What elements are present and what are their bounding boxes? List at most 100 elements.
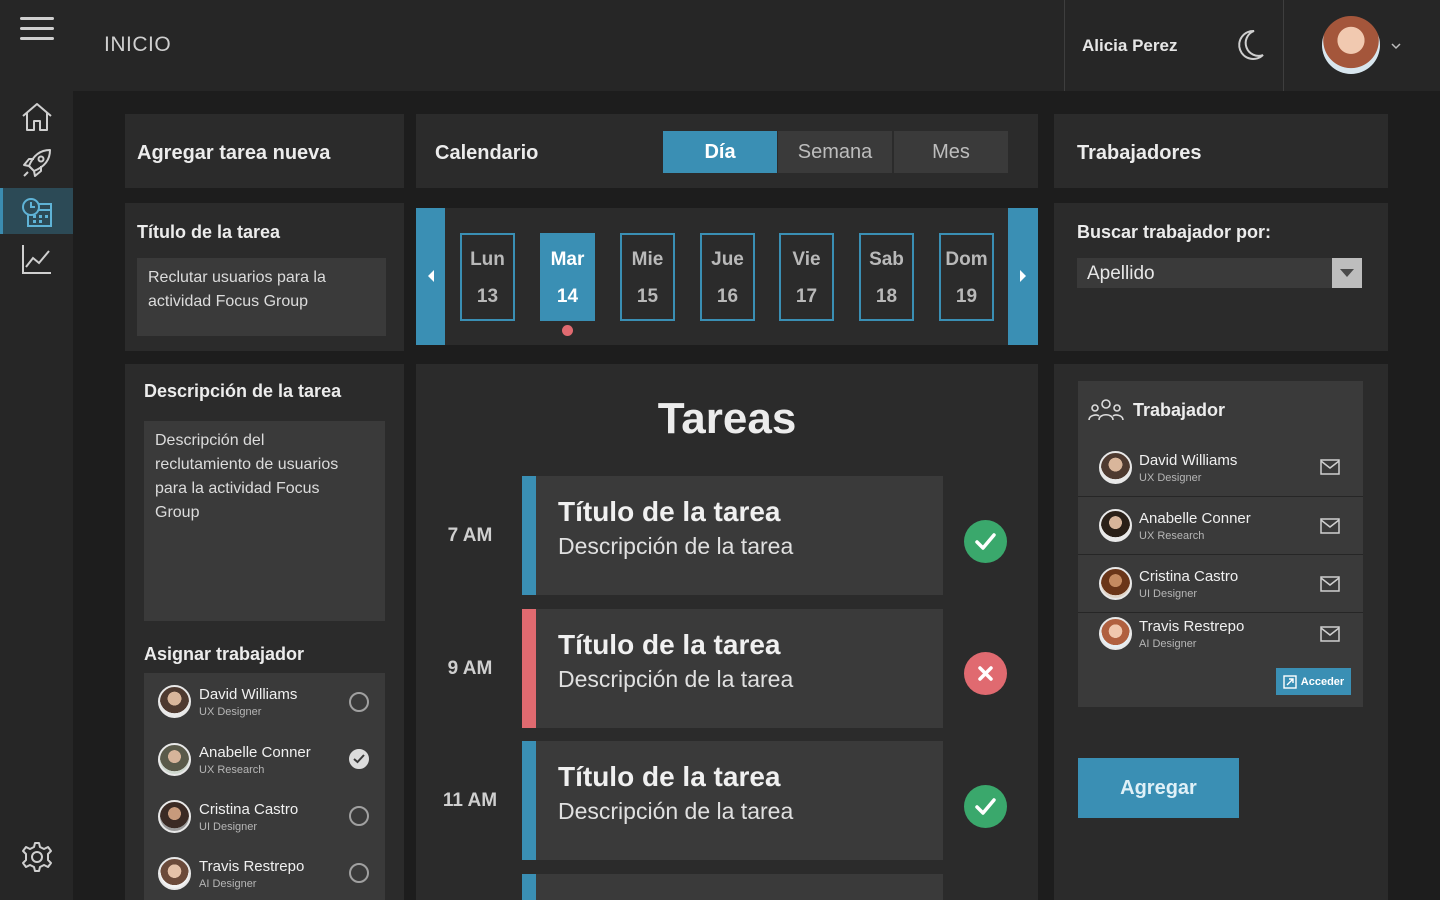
- worker-name: Cristina Castro: [199, 801, 299, 818]
- radio-button[interactable]: [349, 692, 369, 712]
- worker-role: AI Designer: [1139, 638, 1197, 650]
- tasks-title: Tareas: [657, 394, 797, 443]
- access-button-label: Acceder: [1300, 675, 1345, 688]
- task-status-bar: [522, 476, 536, 595]
- workers-title: Trabajadores: [1077, 142, 1202, 164]
- task-description-input[interactable]: Descripción del reclutamiento de usuario…: [144, 421, 385, 621]
- worker-name: Cristina Castro: [1139, 568, 1239, 585]
- task-time: 7 AM: [447, 525, 493, 546]
- task-card-title: Título de la tarea: [558, 629, 781, 660]
- assign-row-anabelle-conner[interactable]: Anabelle Conner UX Research: [144, 730, 385, 787]
- mail-icon[interactable]: [1320, 626, 1340, 642]
- radio-button[interactable]: [349, 863, 369, 883]
- add-button[interactable]: Agregar: [1078, 758, 1239, 818]
- next-week-button[interactable]: [1008, 208, 1038, 345]
- top-bar: INICIO Alicia Perez: [0, 0, 1440, 91]
- day-name: Dom: [945, 249, 988, 270]
- gear-icon: [22, 842, 52, 872]
- day-saturday[interactable]: Sab 18: [859, 233, 914, 321]
- sidebar-item-schedule[interactable]: [0, 188, 73, 234]
- worker-name: Travis Restrepo: [199, 858, 305, 875]
- day-friday[interactable]: Vie 17: [779, 233, 834, 321]
- settings-button[interactable]: [0, 832, 73, 878]
- mail-icon[interactable]: [1320, 459, 1340, 475]
- task-time: 11 AM: [442, 790, 498, 811]
- users-group-icon: [1088, 399, 1124, 421]
- chevron-right-icon: [1020, 270, 1026, 282]
- tab-day[interactable]: Día: [663, 131, 777, 173]
- home-icon: [22, 103, 52, 131]
- day-sunday[interactable]: Dom 19: [939, 233, 994, 321]
- day-number: 19: [955, 286, 978, 307]
- assign-worker-list: David Williams UX Designer Anabelle Conn…: [144, 673, 385, 900]
- avatar: [158, 685, 191, 718]
- day-name: Lun: [470, 249, 505, 270]
- prev-week-button[interactable]: [416, 208, 445, 345]
- day-monday[interactable]: Lun 13: [460, 233, 515, 321]
- user-name: Alicia Perez: [1082, 36, 1178, 55]
- sidebar-item-analytics[interactable]: [0, 234, 73, 280]
- sidebar-item-projects[interactable]: [0, 138, 73, 184]
- task-status-bar: [522, 609, 536, 728]
- worker-role: UX Research: [1139, 530, 1205, 542]
- sidebar-item-home[interactable]: [0, 92, 73, 138]
- task-card-description: Descripción de la tarea: [558, 798, 794, 824]
- worker-row-cristina-castro[interactable]: Cristina Castro UI Designer: [1078, 555, 1363, 613]
- assign-row-cristina-castro[interactable]: Cristina Castro UI Designer: [144, 787, 385, 844]
- tab-week[interactable]: Semana: [778, 131, 892, 173]
- external-link-icon: [1283, 674, 1297, 689]
- day-wednesday[interactable]: Mie 15: [620, 233, 675, 321]
- worker-role: UX Research: [199, 764, 265, 776]
- avatar: [158, 743, 191, 776]
- search-by-value: Apellido: [1087, 263, 1155, 284]
- task-done-button[interactable]: [964, 520, 1007, 563]
- mail-icon[interactable]: [1320, 518, 1340, 534]
- worker-list-title: Trabajador: [1133, 400, 1226, 420]
- day-name: Vie: [792, 249, 821, 270]
- radio-button[interactable]: [349, 806, 369, 826]
- task-card[interactable]: Título de la tarea Descripción de la tar…: [522, 609, 943, 728]
- worker-row-travis-restrepo[interactable]: Travis Restrepo AI Designer: [1078, 613, 1363, 663]
- user-avatar[interactable]: [1322, 16, 1380, 74]
- search-by-select[interactable]: Apellido: [1077, 258, 1362, 288]
- check-icon: [975, 533, 996, 550]
- worker-row-david-williams[interactable]: David Williams UX Designer: [1078, 439, 1363, 497]
- workers-header: Trabajadores: [1054, 114, 1388, 188]
- radio-button-checked[interactable]: [349, 749, 369, 769]
- task-rejected-button[interactable]: [964, 652, 1007, 695]
- day-number: 16: [716, 286, 739, 307]
- page-title: INICIO: [104, 33, 172, 56]
- day-name: Mar: [550, 249, 585, 270]
- today-indicator: [562, 325, 573, 336]
- worker-name: David Williams: [1139, 452, 1238, 469]
- day-tuesday[interactable]: Mar 14: [540, 233, 595, 321]
- task-card-partial[interactable]: [522, 874, 943, 900]
- task-description-label: Descripción de la tarea: [144, 381, 342, 401]
- avatar: [1099, 567, 1132, 600]
- assign-row-david-williams[interactable]: David Williams UX Designer: [144, 673, 385, 730]
- task-card[interactable]: Título de la tarea Descripción de la tar…: [522, 476, 943, 595]
- dropdown-caret-icon[interactable]: [1332, 258, 1362, 288]
- task-done-button[interactable]: [964, 785, 1007, 828]
- tab-month[interactable]: Mes: [894, 131, 1008, 173]
- divider: [1064, 0, 1065, 91]
- day-number: 18: [875, 286, 898, 307]
- day-number: 14: [556, 286, 579, 307]
- moon-icon[interactable]: [1234, 28, 1266, 62]
- worker-row-anabelle-conner[interactable]: Anabelle Conner UX Research: [1078, 497, 1363, 555]
- day-thursday[interactable]: Jue 16: [700, 233, 755, 321]
- mail-icon[interactable]: [1320, 576, 1340, 592]
- chevron-down-icon[interactable]: [1390, 38, 1402, 50]
- chart-icon: [22, 245, 51, 274]
- worker-name: David Williams: [199, 686, 298, 703]
- worker-role: AI Designer: [199, 878, 257, 890]
- avatar: [1099, 451, 1132, 484]
- hamburger-menu-icon[interactable]: [20, 16, 56, 42]
- assign-row-travis-restrepo[interactable]: Travis Restrepo AI Designer: [144, 844, 385, 900]
- task-card[interactable]: Título de la tarea Descripción de la tar…: [522, 741, 943, 860]
- day-name: Jue: [711, 249, 744, 270]
- check-icon: [975, 798, 996, 815]
- avatar: [158, 800, 191, 833]
- task-title-input[interactable]: Reclutar usuarios para la actividad Focu…: [137, 258, 386, 336]
- access-button[interactable]: Acceder: [1276, 668, 1351, 695]
